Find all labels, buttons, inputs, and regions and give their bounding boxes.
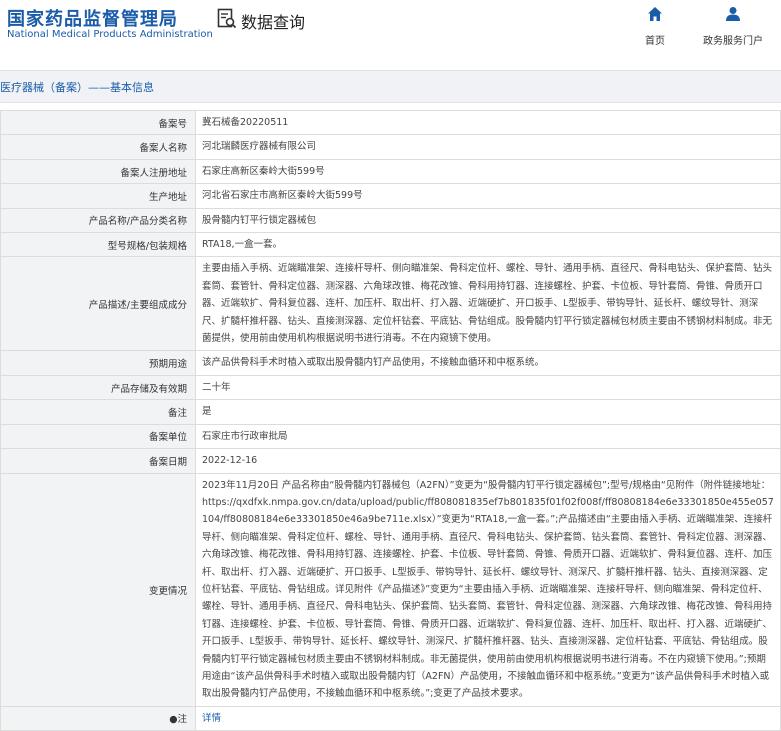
data-query-icon	[217, 8, 237, 34]
row-label: 备案号	[0, 109, 196, 136]
site-logo-subtitle: National Medical Products Administration	[7, 29, 213, 40]
note-value: 详情	[195, 705, 781, 731]
table-row: ●注 详情	[0, 705, 781, 731]
table-row: 备案号 冀石械备20220511	[0, 109, 781, 136]
row-value: 河北省石家庄市高新区秦岭大街599号	[195, 183, 781, 209]
row-label: 产品描述/主要组成成分	[0, 256, 196, 352]
row-value: 是	[195, 399, 781, 425]
table-row: 产品存储及有效期 二十年	[0, 374, 781, 401]
row-value: 该产品供骨科手术时植入或取出股骨髓内钉产品使用，不接触血循环和中枢系统。	[195, 350, 781, 376]
row-label: 备案人名称	[0, 134, 196, 160]
row-value: 2023年11月20日 产品名称由“股骨髓内钉器械包（A2FN）”变更为“股骨髓…	[195, 472, 781, 707]
row-label: 备案人注册地址	[0, 158, 196, 185]
row-value: 石家庄市行政审批局	[195, 423, 781, 450]
table-row: 备案人注册地址 石家庄高新区秦岭大街599号	[0, 158, 781, 185]
nav-portal-label: 政务服务门户	[703, 36, 763, 47]
row-label: 变更情况	[0, 472, 196, 707]
row-value: RTA18,一盒一套。	[195, 232, 781, 258]
row-value: 二十年	[195, 374, 781, 401]
table-row: 生产地址 河北省石家庄市高新区秦岭大街599号	[0, 183, 781, 209]
row-label: 生产地址	[0, 183, 196, 209]
row-label: 备注	[0, 399, 196, 425]
table-row: 备案日期 2022-12-16	[0, 448, 781, 474]
nav-home[interactable]: 首页	[645, 6, 665, 47]
row-value: 河北瑞麟医疗器械有限公司	[195, 134, 781, 160]
row-label: 型号规格/包装规格	[0, 232, 196, 258]
table-row: 备案单位 石家庄市行政审批局	[0, 423, 781, 450]
table-row: 变更情况 2023年11月20日 产品名称由“股骨髓内钉器械包（A2FN）”变更…	[0, 472, 781, 707]
record-detail-table: 备案号 冀石械备20220511 备案人名称 河北瑞麟医疗器械有限公司 备案人注…	[0, 109, 781, 731]
note-label: ●注	[0, 705, 196, 731]
row-label: 产品存储及有效期	[0, 374, 196, 401]
table-row: 型号规格/包装规格 RTA18,一盒一套。	[0, 232, 781, 258]
row-label: 备案日期	[0, 448, 196, 474]
data-query-title: 数据查询	[217, 8, 305, 34]
breadcrumb-text: 医疗器械（备案）——基本信息	[0, 81, 154, 94]
breadcrumb: 医疗器械（备案）——基本信息	[0, 70, 781, 103]
details-link[interactable]: 详情	[202, 713, 221, 724]
row-label: 预期用途	[0, 350, 196, 376]
table-row: 备案人名称 河北瑞麟医疗器械有限公司	[0, 134, 781, 160]
table-row: 备注 是	[0, 399, 781, 425]
user-icon	[725, 6, 741, 26]
row-value: 石家庄高新区秦岭大街599号	[195, 158, 781, 185]
row-value: 2022-12-16	[195, 448, 781, 474]
row-label: 产品名称/产品分类名称	[0, 207, 196, 234]
nav-portal[interactable]: 政务服务门户	[703, 6, 763, 47]
table-row: 预期用途 该产品供骨科手术时植入或取出股骨髓内钉产品使用，不接触血循环和中枢系统…	[0, 350, 781, 376]
table-row: 产品名称/产品分类名称 股骨髓内钉平行锁定器械包	[0, 207, 781, 234]
data-query-label: 数据查询	[241, 13, 306, 32]
row-value: 股骨髓内钉平行锁定器械包	[195, 207, 781, 234]
home-icon	[647, 6, 663, 26]
site-logo-title[interactable]: 国家药品监督管理局	[7, 5, 178, 31]
nav-home-label: 首页	[645, 36, 665, 47]
row-value: 主要由插入手柄、近端瞄准架、连接杆导杆、侧向瞄准架、骨科定位杆、螺栓、导针、通用…	[195, 256, 781, 352]
site-header: 国家药品监督管理局 National Medical Products Admi…	[0, 0, 781, 66]
table-row: 产品描述/主要组成成分 主要由插入手柄、近端瞄准架、连接杆导杆、侧向瞄准架、骨科…	[0, 256, 781, 352]
row-label: 备案单位	[0, 423, 196, 450]
row-value: 冀石械备20220511	[195, 109, 781, 136]
